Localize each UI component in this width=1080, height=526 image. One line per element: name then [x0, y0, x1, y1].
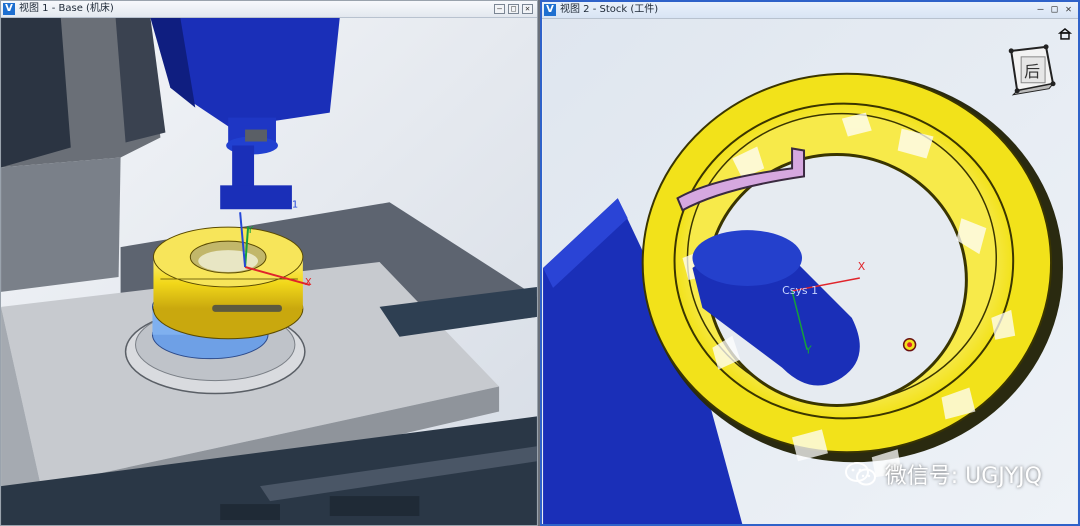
window-title: 视图 1 - Base (机床)	[19, 3, 114, 14]
close-button[interactable]: ✕	[522, 4, 533, 14]
window-titlebar[interactable]: V 视图 1 - Base (机床) — □ ✕	[1, 1, 537, 18]
vericut-logo-icon: V	[3, 3, 15, 15]
csys-label: Csys 1	[782, 284, 818, 297]
watermark: 微信号: UGJYJQ	[844, 458, 1042, 490]
view-cube-face-label: 后	[1024, 62, 1040, 81]
x-axis-label: X	[305, 277, 312, 288]
y-axis-label: Y	[804, 344, 812, 357]
wechat-icon	[844, 462, 876, 486]
machine-scene: X Y 1	[1, 18, 537, 525]
vericut-logo-icon: V	[544, 4, 556, 16]
viewport-window-stock[interactable]: V 视图 2 - Stock (工件) — □ ✕ X Y Csys 1 后 微…	[540, 0, 1080, 526]
viewport-window-base[interactable]: V 视图 1 - Base (机床) — □ ✕ X Y 1	[0, 0, 538, 526]
minimize-button[interactable]: —	[494, 4, 505, 14]
3d-viewport-base[interactable]: X Y 1	[1, 18, 537, 525]
restore-button[interactable]: □	[508, 4, 519, 14]
stock-scene: X Y Csys 1 后	[543, 19, 1077, 524]
minimize-button[interactable]: —	[1035, 5, 1046, 15]
close-button[interactable]: ✕	[1063, 5, 1074, 15]
y-axis-label: Y	[246, 225, 254, 236]
restore-button[interactable]: □	[1049, 5, 1060, 15]
window-titlebar[interactable]: V 视图 2 - Stock (工件) — □ ✕	[542, 2, 1078, 19]
watermark-text: 微信号: UGJYJQ	[884, 464, 1042, 489]
x-axis-label: X	[858, 260, 866, 273]
stock-workpiece	[152, 226, 304, 340]
csys-label: 1	[292, 199, 298, 210]
machine-column-dark	[1, 18, 71, 168]
3d-viewport-stock[interactable]: X Y Csys 1 后	[542, 19, 1078, 524]
window-title: 视图 2 - Stock (工件)	[560, 4, 659, 15]
